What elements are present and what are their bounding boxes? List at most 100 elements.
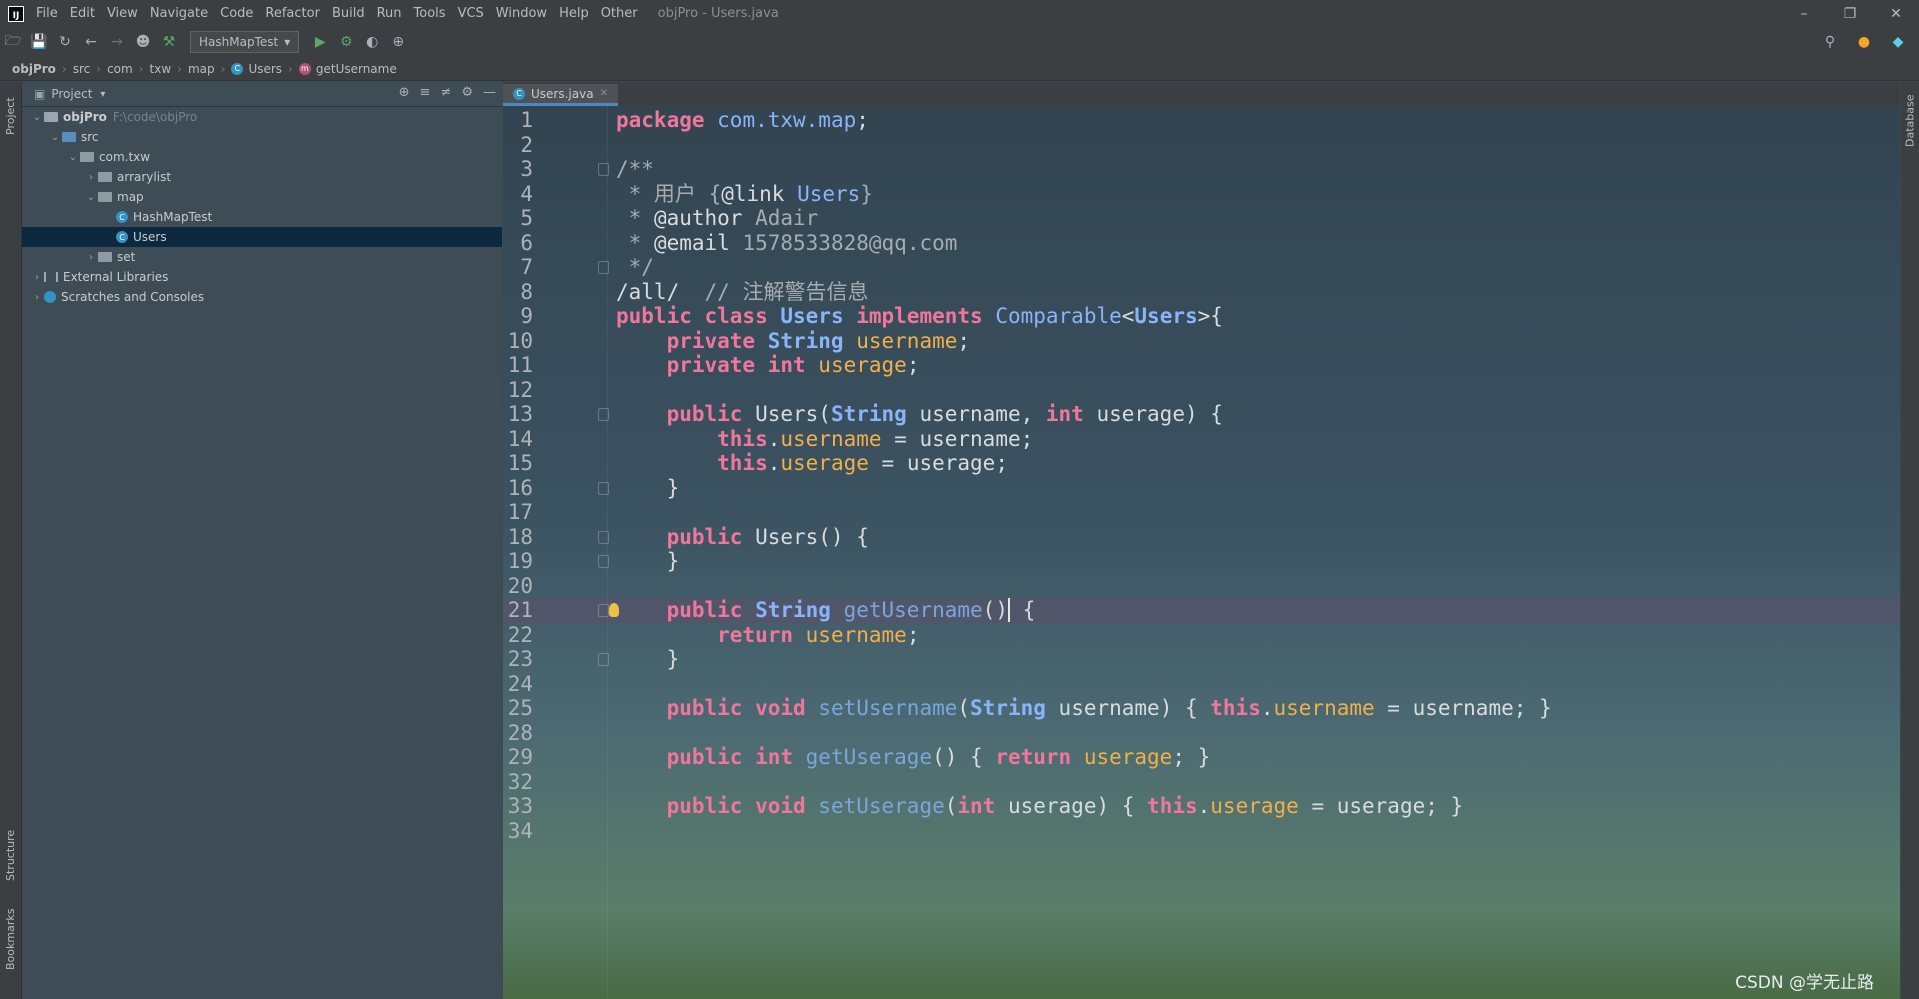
save-icon[interactable]: 💾 [28, 31, 50, 53]
code-line[interactable]: 13 public Users(String username, int use… [503, 402, 1900, 427]
code-line[interactable]: 4 * 用户 {@link Users} [503, 182, 1900, 207]
code-line[interactable]: 19 } [503, 549, 1900, 574]
plugin-icon[interactable]: ◆ [1887, 31, 1909, 53]
code-line[interactable]: 1 package com.txw.map; [503, 108, 1900, 133]
tab-database[interactable]: Database [1901, 86, 1919, 156]
breadcrumb-item-method[interactable]: m getUsername [298, 62, 397, 76]
line-number[interactable]: 3 [503, 157, 533, 182]
collapse-all-icon[interactable]: ≠ [440, 85, 451, 100]
line-number[interactable]: 28 [503, 721, 533, 746]
code-line[interactable]: 33 public void setUserage(int userage) {… [503, 794, 1900, 819]
tree-item[interactable]: ⌄ objPro F:\code\objPro [22, 107, 502, 127]
breadcrumb-item-src[interactable]: src [73, 62, 91, 76]
code-line[interactable]: 15 this.userage = userage; [503, 451, 1900, 476]
sync-icon[interactable]: ↻ [54, 31, 76, 53]
menu-edit[interactable]: Edit [64, 6, 101, 21]
line-number[interactable]: 24 [503, 672, 533, 697]
tab-project[interactable]: Project [0, 86, 21, 146]
tree-item[interactable]: ⌄ com.txw [22, 147, 502, 167]
chevron-down-icon[interactable]: ⌄ [48, 132, 62, 143]
menu-other[interactable]: Other [595, 6, 644, 21]
line-number[interactable]: 11 [503, 353, 533, 378]
line-number[interactable]: 21 [503, 598, 533, 623]
line-number[interactable]: 4 [503, 182, 533, 207]
chevron-right-icon[interactable]: › [30, 272, 44, 283]
menu-view[interactable]: View [101, 6, 144, 21]
tree-item[interactable]: › set [22, 247, 502, 267]
line-number[interactable]: 8 [503, 280, 533, 305]
menu-run[interactable]: Run [371, 6, 408, 21]
chevron-down-icon[interactable]: ⌄ [66, 152, 80, 163]
code-line[interactable]: 3 /** [503, 157, 1900, 182]
menu-refactor[interactable]: Refactor [259, 6, 326, 21]
tab-bookmarks[interactable]: Bookmarks [0, 904, 21, 974]
line-number[interactable]: 16 [503, 476, 533, 501]
tree-item[interactable]: ⌄ src [22, 127, 502, 147]
run-icon[interactable]: ▶ [309, 31, 331, 53]
expand-all-icon[interactable]: ≡ [420, 85, 431, 100]
code-line[interactable]: 10 private String username; [503, 329, 1900, 354]
line-number[interactable]: 1 [503, 108, 533, 133]
debug-icon[interactable]: ⚙ [335, 31, 357, 53]
run-config-select[interactable]: HashMapTest ▾ [190, 31, 300, 53]
menu-window[interactable]: Window [490, 6, 553, 21]
menu-code[interactable]: Code [214, 6, 259, 21]
build-hammer-icon[interactable]: ⚒ [158, 31, 180, 53]
code-line[interactable]: 14 this.username = username; [503, 427, 1900, 452]
line-number[interactable]: 32 [503, 770, 533, 795]
line-number[interactable]: 18 [503, 525, 533, 550]
line-number[interactable]: 10 [503, 329, 533, 354]
code-line[interactable]: 22 return username; [503, 623, 1900, 648]
line-number[interactable]: 23 [503, 647, 533, 672]
code-line[interactable]: 28 [503, 721, 1900, 746]
line-number[interactable]: 13 [503, 402, 533, 427]
fold-marker-icon[interactable] [598, 530, 609, 544]
menu-build[interactable]: Build [326, 6, 371, 21]
line-number[interactable]: 34 [503, 819, 533, 844]
chevron-right-icon[interactable]: › [84, 252, 98, 263]
hide-panel-icon[interactable]: — [483, 85, 496, 100]
line-number[interactable]: 14 [503, 427, 533, 452]
close-icon[interactable]: ✕ [1873, 0, 1919, 27]
line-number[interactable]: 7 [503, 255, 533, 280]
code-line[interactable]: 29 public int getUserage() { return user… [503, 745, 1900, 770]
chevron-down-icon[interactable]: ⌄ [30, 112, 44, 123]
fold-marker-icon[interactable] [598, 653, 609, 666]
code-line[interactable]: 20 [503, 574, 1900, 599]
code-line[interactable]: 18 public Users() { [503, 525, 1900, 550]
close-tab-icon[interactable]: ✕ [600, 88, 608, 99]
open-folder-icon[interactable]: 🗁 [2, 31, 24, 53]
user-dropdown-icon[interactable]: ☻ [132, 31, 154, 53]
tree-item[interactable]: ⌄ map [22, 187, 502, 207]
tree-item[interactable]: › arrarylist [22, 167, 502, 187]
chevron-right-icon[interactable]: › [84, 172, 98, 183]
chevron-right-icon[interactable]: › [30, 292, 44, 303]
code-line[interactable]: 9 public class Users implements Comparabl… [503, 304, 1900, 329]
menu-vcs[interactable]: VCS [452, 6, 490, 21]
line-number[interactable]: 12 [503, 378, 533, 403]
fold-marker-icon[interactable] [598, 408, 609, 421]
code-line[interactable]: 11 private int userage; [503, 353, 1900, 378]
code-line[interactable]: 32 [503, 770, 1900, 795]
minimize-icon[interactable]: – [1781, 0, 1827, 27]
line-number[interactable]: 2 [503, 133, 533, 158]
forward-arrow-icon[interactable]: → [106, 31, 128, 53]
code-line[interactable]: 2 [503, 133, 1900, 158]
line-number[interactable]: 22 [503, 623, 533, 648]
breadcrumb-item-map[interactable]: map [188, 62, 215, 76]
breadcrumb-item-com[interactable]: com [107, 62, 133, 76]
breadcrumb-item-project[interactable]: objPro [12, 62, 56, 76]
code-line[interactable]: 6 * @email 1578533828@qq.com [503, 231, 1900, 256]
tree-item[interactable]: › Scratches and Consoles [22, 287, 502, 307]
tab-users-java[interactable]: C Users.java ✕ [503, 84, 618, 106]
menu-help[interactable]: Help [553, 6, 595, 21]
line-number[interactable]: 5 [503, 206, 533, 231]
code-line[interactable]: 8/all/ // 注解警告信息 [503, 280, 1900, 305]
fold-marker-icon[interactable] [598, 555, 609, 568]
line-number[interactable]: 25 [503, 696, 533, 721]
fold-marker-icon[interactable] [598, 604, 609, 617]
line-number[interactable]: 19 [503, 549, 533, 574]
locate-icon[interactable]: ⊕ [399, 85, 410, 100]
line-number[interactable]: 20 [503, 574, 533, 599]
fold-marker-icon[interactable] [598, 481, 609, 495]
